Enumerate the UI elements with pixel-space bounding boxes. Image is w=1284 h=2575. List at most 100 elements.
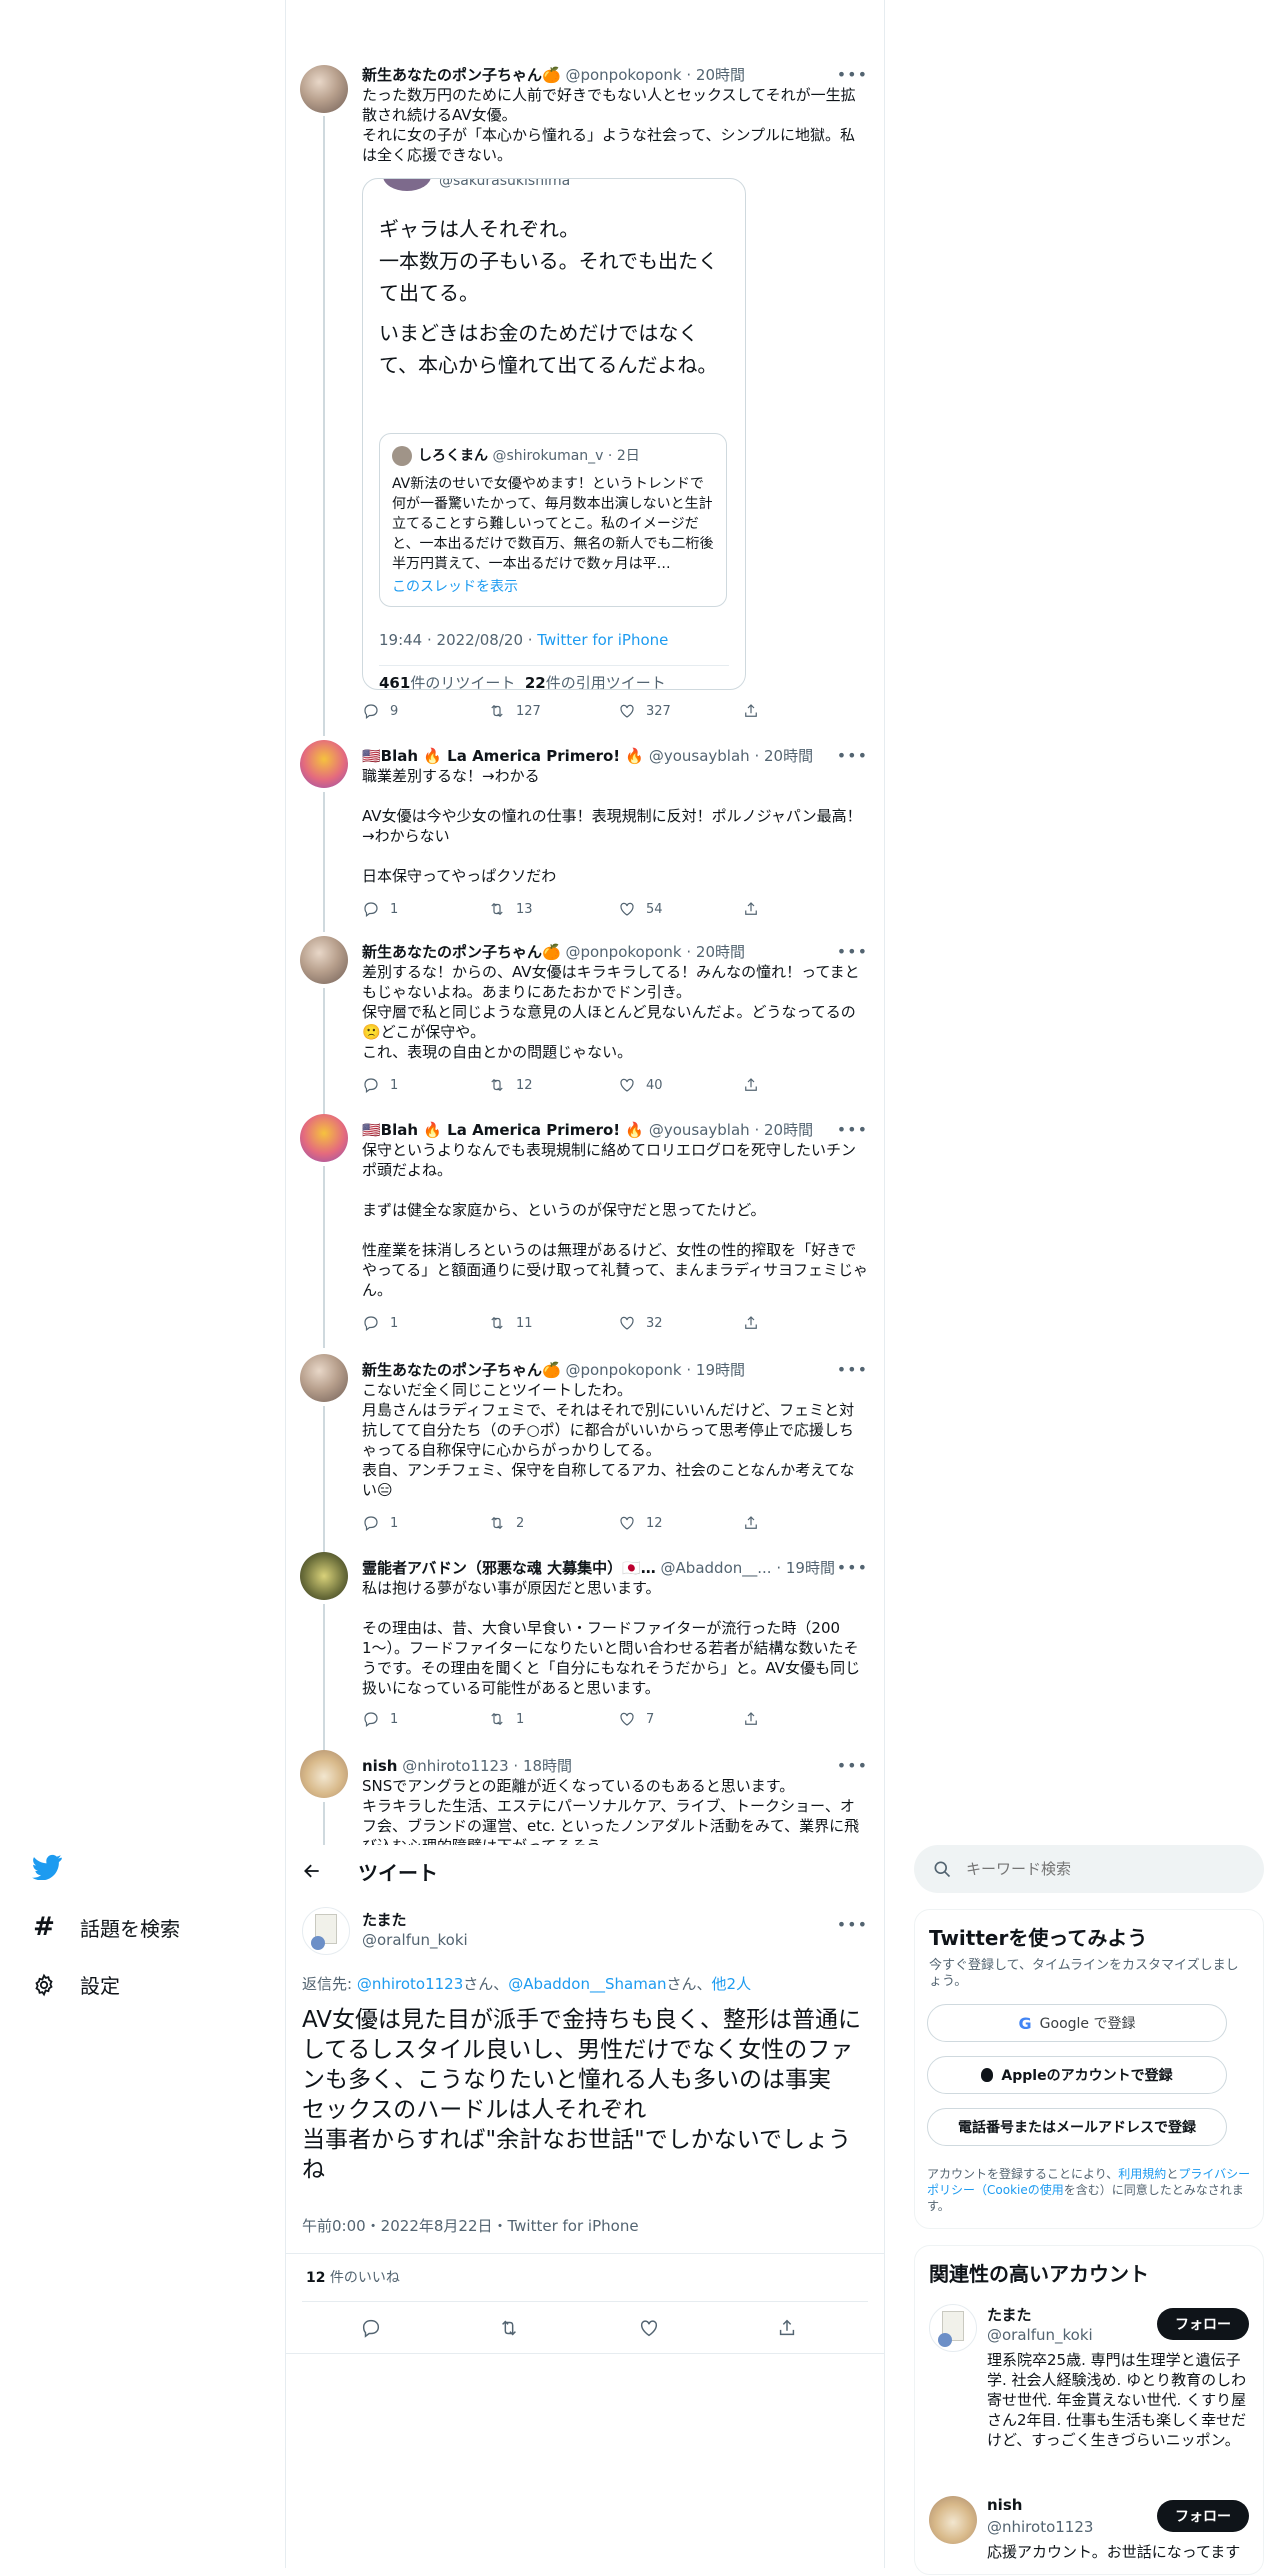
like-icon[interactable] <box>638 2317 660 2339</box>
like-button[interactable]: 54 <box>618 900 663 918</box>
timestamp[interactable]: 19時間 <box>786 1559 835 1577</box>
tweet[interactable]: 🇺🇸Blah 🔥 La America Primero! 🔥 @yousaybl… <box>286 740 884 932</box>
avatar[interactable] <box>300 65 348 113</box>
google-signup-button[interactable]: G Google で登録 <box>927 2004 1227 2042</box>
author-name[interactable]: たまた <box>362 1909 407 1930</box>
more-icon[interactable]: ••• <box>837 1756 868 1775</box>
terms-link[interactable]: 利用規約 <box>1118 2167 1166 2181</box>
apple-signup-button[interactable]: Appleのアカウントで登録 <box>927 2056 1227 2094</box>
retweet-button[interactable]: 13 <box>488 900 533 918</box>
more-icon[interactable]: ••• <box>837 746 868 765</box>
twitter-bird-icon[interactable] <box>32 1854 62 1884</box>
avatar[interactable] <box>300 1354 348 1402</box>
handle[interactable]: @ponpokoponk <box>565 66 681 84</box>
search-box[interactable] <box>914 1845 1264 1893</box>
reply-to-link-2[interactable]: @Abaddon__Shaman <box>508 1975 666 1993</box>
tweet[interactable]: 🇺🇸Blah 🔥 La America Primero! 🔥 @yousaybl… <box>286 1114 884 1348</box>
retweet-button[interactable]: 127 <box>488 702 541 720</box>
quote-count[interactable]: 22 <box>525 674 546 689</box>
handle[interactable]: @nhiroto1123 <box>402 1757 508 1775</box>
reply-to-link-1[interactable]: @nhiroto1123 <box>357 1975 463 1993</box>
retweet-icon[interactable] <box>498 2317 520 2339</box>
avatar[interactable] <box>300 740 348 788</box>
tweet[interactable]: 新生あなたのポン子ちゃん🍊 @ponpokoponk · 19時間 ••• こな… <box>286 1354 884 1552</box>
share-button[interactable] <box>742 1076 760 1094</box>
share-button[interactable] <box>742 702 760 720</box>
avatar[interactable] <box>300 1114 348 1162</box>
avatar[interactable] <box>300 1750 348 1798</box>
retweet-button[interactable]: 1 <box>488 1710 524 1728</box>
tweet[interactable]: 新生あなたのポン子ちゃん🍊 @ponpokoponk · 20時間 ••• たっ… <box>286 60 884 736</box>
back-arrow-icon[interactable] <box>302 1861 322 1881</box>
like-button[interactable]: 32 <box>618 1314 663 1332</box>
display-name[interactable]: 新生あなたのポン子ちゃん🍊 <box>362 66 561 84</box>
account-name[interactable]: nish <box>987 2496 1022 2514</box>
main-timestamp[interactable]: 午前0:00・2022年8月22日・Twitter for iPhone <box>302 2215 639 2236</box>
phone-email-signup-button[interactable]: 電話番号またはメールアドレスで登録 <box>927 2108 1227 2146</box>
timestamp[interactable]: 20時間 <box>696 66 745 84</box>
like-button[interactable]: 327 <box>618 702 671 720</box>
share-button[interactable] <box>742 1314 760 1332</box>
avatar[interactable] <box>300 936 348 984</box>
handle[interactable]: @ponpokoponk <box>565 943 681 961</box>
more-icon[interactable]: ••• <box>837 1915 868 1934</box>
reply-icon[interactable] <box>360 2317 382 2339</box>
follow-button[interactable]: フォロー <box>1157 2500 1249 2532</box>
like-button[interactable]: 12 <box>618 1514 663 1532</box>
avatar[interactable] <box>929 2496 977 2544</box>
tweet[interactable]: nish @nhiroto1123 · 18時間 ••• SNSでアングラとの距… <box>286 1750 884 1845</box>
avatar[interactable] <box>929 2304 977 2352</box>
search-input[interactable] <box>966 1853 1246 1885</box>
more-icon[interactable]: ••• <box>837 1360 868 1379</box>
account-handle[interactable]: @nhiroto1123 <box>987 2518 1093 2536</box>
account-handle[interactable]: @oralfun_koki <box>987 2326 1093 2344</box>
nav-settings[interactable]: 設定 <box>32 1970 120 1999</box>
reply-button[interactable]: 1 <box>362 1314 398 1332</box>
share-button[interactable] <box>742 1514 760 1532</box>
display-name[interactable]: 新生あなたのポン子ちゃん🍊 <box>362 1361 561 1379</box>
quoted-tweet[interactable]: @sakurasukishima ギャラは人それぞれ。 一本数万の子もいる。それ… <box>362 178 746 690</box>
more-icon[interactable]: ••• <box>837 942 868 961</box>
more-icon[interactable]: ••• <box>837 1558 868 1577</box>
display-name[interactable]: nish <box>362 1757 397 1775</box>
nested-quoted-tweet[interactable]: しろくまん @shirokuman_v · 2日 AV新法のせいで女優やめます！… <box>379 433 727 607</box>
reply-button[interactable]: 9 <box>362 702 398 720</box>
likes-summary[interactable]: 12 件のいいね <box>306 2267 400 2287</box>
retweet-button[interactable]: 11 <box>488 1314 533 1332</box>
handle[interactable]: @ponpokoponk <box>565 1361 681 1379</box>
display-name[interactable]: 🇺🇸Blah 🔥 La America Primero! 🔥 <box>362 1121 644 1139</box>
timestamp[interactable]: 20時間 <box>764 1121 813 1139</box>
handle[interactable]: @yousayblah <box>649 1121 750 1139</box>
client-link[interactable]: Twitter for iPhone <box>537 631 668 649</box>
reply-button[interactable]: 1 <box>362 1710 398 1728</box>
retweet-button[interactable]: 2 <box>488 1514 524 1532</box>
avatar[interactable] <box>302 1907 350 1955</box>
tweet[interactable]: 霊能者アバドン（邪悪な魂 大募集中）🇯🇵… @Abaddon__... · 19… <box>286 1552 884 1750</box>
nav-explore[interactable]: # 話題を検索 <box>32 1912 180 1942</box>
display-name[interactable]: 🇺🇸Blah 🔥 La America Primero! 🔥 <box>362 747 644 765</box>
share-button[interactable] <box>742 1710 760 1728</box>
retweet-button[interactable]: 12 <box>488 1076 533 1094</box>
retweet-count[interactable]: 461 <box>379 674 410 689</box>
share-icon[interactable] <box>776 2317 798 2339</box>
reply-button[interactable]: 1 <box>362 900 398 918</box>
reply-button[interactable]: 1 <box>362 1514 398 1532</box>
timestamp[interactable]: 19時間 <box>696 1361 745 1379</box>
timestamp[interactable]: 20時間 <box>696 943 745 961</box>
author-handle[interactable]: @oralfun_koki <box>362 1931 468 1949</box>
follow-button[interactable]: フォロー <box>1157 2308 1249 2340</box>
more-icon[interactable]: ••• <box>837 1120 868 1139</box>
tweet[interactable]: 新生あなたのポン子ちゃん🍊 @ponpokoponk · 20時間 ••• 差別… <box>286 936 884 1114</box>
reply-button[interactable]: 1 <box>362 1076 398 1094</box>
account-row[interactable]: たまた @oralfun_koki フォロー 理系院卒25歳. 専門は生理学と遺… <box>915 2300 1263 2490</box>
show-thread-link[interactable]: このスレッドを表示 <box>392 576 518 596</box>
account-name[interactable]: たまた <box>987 2304 1032 2325</box>
timestamp[interactable]: 20時間 <box>764 747 813 765</box>
display-name[interactable]: 新生あなたのポン子ちゃん🍊 <box>362 943 561 961</box>
handle[interactable]: @yousayblah <box>649 747 750 765</box>
account-row[interactable]: nish @nhiroto1123 フォロー 応援アカウント。お世話になってます <box>915 2496 1263 2574</box>
more-icon[interactable]: ••• <box>837 65 868 84</box>
like-button[interactable]: 40 <box>618 1076 663 1094</box>
share-button[interactable] <box>742 900 760 918</box>
avatar[interactable] <box>300 1552 348 1600</box>
